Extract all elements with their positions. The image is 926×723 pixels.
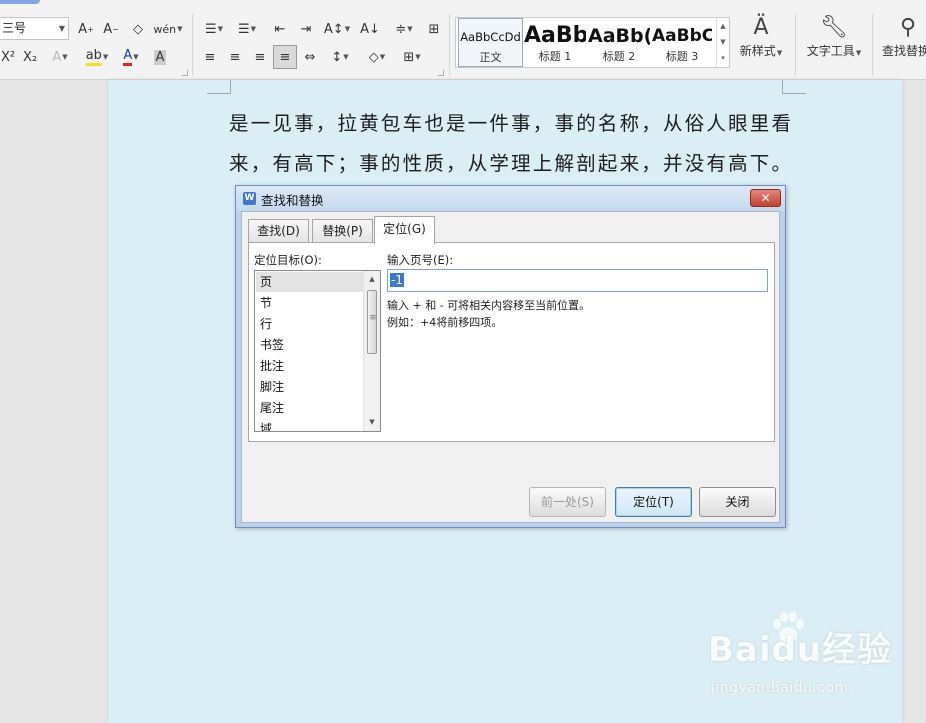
grow-font-icon[interactable]: A +	[76, 18, 96, 40]
text-effect-icon[interactable]: A ▼	[50, 46, 70, 68]
dialog-titlebar[interactable]: W 查找和替换 ✕	[236, 186, 785, 211]
distribute-icon[interactable]: ⇔	[300, 46, 320, 68]
align-left-icon[interactable]: ≡	[200, 46, 220, 68]
page-number-label: 输入页号(E):	[387, 253, 454, 267]
font-color-icon[interactable]: A ▼	[117, 46, 145, 68]
align-center-icon[interactable]: ≡	[225, 46, 245, 68]
font-size-select[interactable]: 三号 ▼	[0, 17, 69, 40]
target-list[interactable]: 页 节 行 书签 批注 脚注 尾注 域 ▲ ▼	[254, 270, 381, 432]
styles-gallery: AaBbCcDd 正文 AaBb 标题 1 AaBb( 标题 2 AaBbC 标…	[455, 17, 730, 68]
tab-goto[interactable]: 定位(G)	[374, 216, 435, 244]
target-label: 定位目标(O):	[254, 253, 322, 267]
list-item[interactable]: 书签	[256, 335, 363, 355]
list-item[interactable]: 行	[256, 314, 363, 334]
sort-icon[interactable]: A↓	[360, 18, 380, 40]
chevron-down-icon: ▼	[58, 24, 65, 33]
borders-icon[interactable]: ⊞ ▼	[398, 46, 426, 68]
text-tools-button[interactable]: 🔧︎ 文字工具▼	[803, 14, 865, 59]
increase-indent-icon[interactable]: ⇥	[296, 18, 316, 40]
dialog-body: 查找(D) 替换(P) 定位(G) 定位目标(O): 页 节 行 书签 批注 脚…	[241, 211, 780, 523]
shading-icon[interactable]: ◇ ▼	[362, 46, 392, 68]
char-shading-icon[interactable]: A	[150, 46, 170, 68]
text-direction-icon[interactable]: A↕ ▼	[322, 18, 352, 40]
separator	[449, 14, 450, 76]
separator	[795, 14, 796, 76]
find-replace-label: 查找替换	[882, 44, 926, 58]
find-replace-button[interactable]: ⚲ 查找替换	[882, 14, 926, 59]
font-group-launcher[interactable]	[182, 70, 188, 76]
list-item[interactable]: 页	[256, 272, 363, 292]
list-item[interactable]: 域	[256, 419, 363, 431]
style-heading-2[interactable]: AaBb( 标题 2	[588, 18, 650, 67]
dialog-title: 查找和替换	[261, 193, 324, 208]
watermark-url: jingyan.baidu.com	[711, 680, 849, 696]
previous-button[interactable]: 前一处(S)	[529, 487, 606, 517]
list-item[interactable]: 脚注	[256, 377, 363, 397]
close-button[interactable]: 关闭	[699, 487, 776, 517]
tab-find[interactable]: 查找(D)	[248, 219, 309, 243]
style-sample: AaBb	[524, 23, 586, 48]
tab-replace[interactable]: 替换(P)	[312, 219, 373, 243]
ribbon-toolbar: 三号 ▼ A + A − ◇ wén ▼ X² X₂ A ▼ ab ▼ A ▼ A ☰ ▼ ☰…	[0, 0, 926, 80]
subscript-icon[interactable]: X₂	[20, 46, 40, 68]
page-number-value: -1	[390, 273, 404, 287]
style-heading-1[interactable]: AaBb 标题 1	[524, 18, 586, 67]
style-sample: AaBb(	[588, 25, 650, 47]
line-spacing-icon[interactable]: ↕ ▼	[326, 46, 354, 68]
list-item[interactable]: 节	[256, 293, 363, 313]
baidu-watermark: Baidu经验 jingyan.baidu.com	[708, 612, 898, 702]
list-item[interactable]: 批注	[256, 356, 363, 376]
page-number-input[interactable]: -1	[387, 269, 768, 292]
new-style-icon: Ä	[753, 15, 769, 40]
phonetic-guide-icon[interactable]: wén ▼	[153, 18, 183, 40]
align-right-icon[interactable]: ≡	[250, 46, 270, 68]
style-label: 正文	[479, 51, 502, 64]
new-style-label: 新样式	[739, 44, 776, 58]
bullet-list-icon[interactable]: ☰ ▼	[200, 18, 228, 40]
gallery-scroll[interactable]: ▲ ▼ ▾	[716, 18, 729, 67]
table-layout-icon[interactable]: ⊞	[424, 18, 444, 40]
scroll-thumb[interactable]	[367, 290, 377, 354]
style-normal[interactable]: AaBbCcDd 正文	[458, 18, 523, 67]
decrease-indent-icon[interactable]: ⇤	[270, 18, 290, 40]
superscript-icon[interactable]: X²	[0, 46, 16, 68]
goto-button[interactable]: 定位(T)	[615, 487, 692, 517]
close-icon[interactable]: ✕	[750, 189, 781, 207]
goto-panel: 定位目标(O): 页 节 行 书签 批注 脚注 尾注 域 ▲ ▼ 输入页号(E)…	[248, 242, 775, 442]
separator	[872, 14, 873, 76]
style-sample: AaBbCcDd	[460, 30, 521, 44]
justify-icon[interactable]: ≡	[275, 46, 295, 68]
find-replace-dialog: W 查找和替换 ✕ 查找(D) 替换(P) 定位(G) 定位目标(O): 页 节…	[235, 185, 786, 528]
scroll-down-icon[interactable]: ▼	[364, 414, 380, 431]
separator	[192, 14, 193, 76]
new-style-button[interactable]: Ä 新样式▼	[735, 14, 787, 59]
hint-text: 输入 + 和 - 可将相关内容移至当前位置。	[387, 299, 591, 312]
scroll-up-icon[interactable]: ▲	[364, 271, 380, 288]
highlight-icon[interactable]: ab ▼	[83, 46, 111, 68]
list-item[interactable]: 尾注	[256, 398, 363, 418]
app-logo-icon: W	[243, 192, 256, 205]
font-size-value: 三号	[2, 21, 27, 35]
style-label: 标题 3	[665, 50, 699, 63]
clear-format-icon[interactable]: ◇	[128, 18, 148, 40]
style-heading-3[interactable]: AaBbC 标题 3	[652, 18, 712, 67]
number-list-icon[interactable]: ☰ ▼	[233, 18, 261, 40]
text-tools-label: 文字工具	[806, 44, 855, 58]
paragraph-group-launcher[interactable]	[438, 70, 444, 76]
watermark-logo: Baidu经验	[708, 630, 893, 670]
wrench-icon: 🔧︎	[820, 15, 848, 40]
list-scrollbar[interactable]: ▲ ▼	[363, 271, 380, 431]
style-label: 标题 2	[602, 50, 636, 63]
margin-corner-mark	[782, 80, 806, 94]
ribbon-accent	[0, 0, 40, 4]
hint-example: 例如：+4将前移四项。	[387, 316, 503, 329]
shrink-font-icon[interactable]: A −	[101, 18, 121, 40]
style-sample: AaBbC	[652, 26, 712, 46]
magnifier-icon: ⚲	[900, 15, 917, 40]
style-label: 标题 1	[538, 50, 572, 63]
document-text-line: 是一见事，拉黄包车也是一件事，事的名称，从俗人眼里看	[229, 112, 794, 135]
document-text-line: 来，有高下；事的性质，从学理上解剖起来，并没有高下。	[229, 152, 794, 175]
margin-corner-mark	[207, 80, 231, 94]
spacing-icon[interactable]: ≑ ▼	[390, 18, 418, 40]
